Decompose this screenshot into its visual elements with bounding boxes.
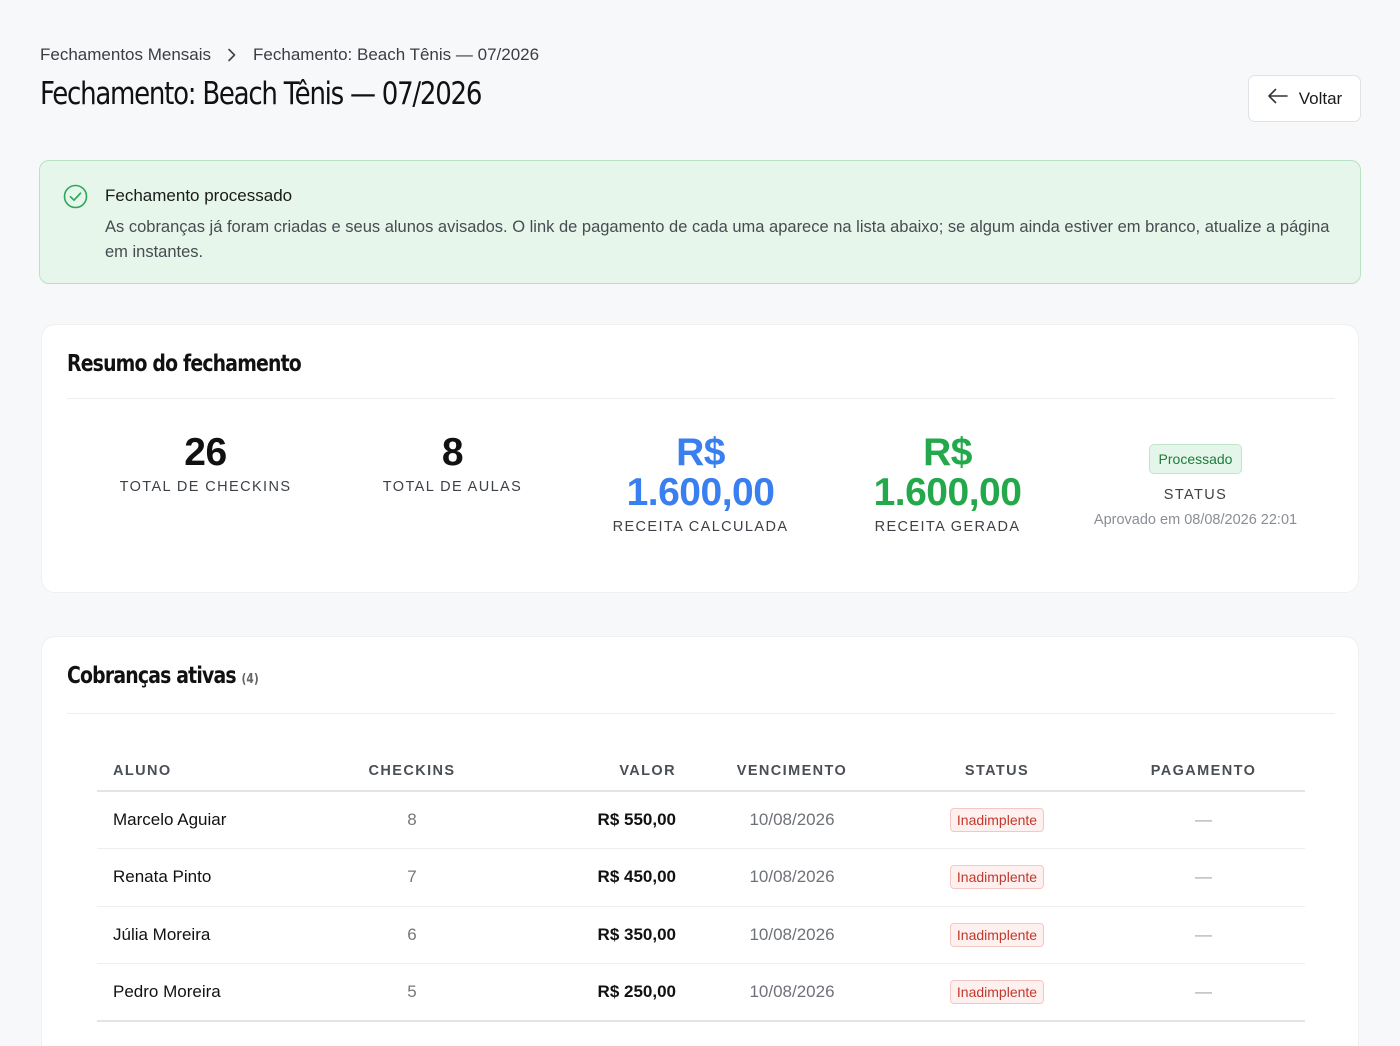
approved-text: Aprovado em 08/08/2026 22:01 [1093,512,1298,528]
cell-aluno: Pedro Moreira [97,963,327,1022]
stat-receita-gerada: R$ 1.600,00 RECEITA GERADA [824,431,1071,536]
back-button-label: Voltar [1298,88,1343,108]
table-total-row [97,1020,1305,1046]
chevron-right-icon [225,44,239,66]
cell-valor: R$ 550,00 [497,791,692,849]
receita-gerada-label: RECEITA GERADA [874,519,1021,535]
stat-total-checkins: 26 TOTAL DE CHECKINS [82,431,329,496]
status-badge-inadimplente: Inadimplente [949,865,1045,890]
charges-title: Cobranças ativas (4) [67,663,259,689]
cell-valor: R$ 450,00 [497,848,692,907]
cell-valor: R$ 250,00 [497,963,692,1022]
cell-checkins: 8 [327,791,497,849]
col-vencimento: VENCIMENTO [692,751,892,792]
cell-pagamento: — [1102,906,1305,964]
stat-receita-calculada: R$ 1.600,00 RECEITA CALCULADA [577,431,824,536]
cell-status: Inadimplente [892,906,1102,964]
total-row-filler [692,1020,892,1046]
col-valor: VALOR [497,751,692,792]
check-circle-icon [63,184,88,209]
breadcrumb-link-fechamentos[interactable]: Fechamentos Mensais [40,45,211,65]
col-aluno: ALUNO [97,751,327,792]
summary-title: Resumo do fechamento [67,351,302,377]
cell-vencimento: 10/08/2026 [692,906,892,964]
receita-gerada-currency: R$ [923,431,972,474]
cell-pagamento: — [1102,848,1305,907]
cell-valor: R$ 350,00 [497,906,692,964]
cell-aluno: Renata Pinto [97,848,327,907]
cell-checkins: 6 [327,906,497,964]
summary-divider [67,398,1335,399]
breadcrumb-current: Fechamento: Beach Tênis — 07/2026 [253,45,540,64]
cell-status: Inadimplente [892,791,1102,849]
col-status: STATUS [892,751,1102,792]
charges-count: (4) [241,672,259,687]
status-label: STATUS [1163,487,1228,503]
stat-total-aulas: 8 TOTAL DE AULAS [329,431,576,496]
charges-title-text: Cobranças ativas [67,663,237,689]
charges-table: ALUNO CHECKINS VALOR VENCIMENTO STATUS P… [97,751,1305,1046]
table-row: Pedro Moreira 5 R$ 250,00 10/08/2026 Ina… [97,963,1305,1022]
status-badge-inadimplente: Inadimplente [949,922,1045,947]
total-aulas-value: 8 [441,431,464,474]
status-badge-inadimplente: Inadimplente [949,980,1045,1004]
col-pagamento: PAGAMENTO [1102,751,1305,792]
breadcrumb: Fechamentos Mensais Fechamento: Beach Tê… [40,44,539,66]
status-badge: Processado [1148,444,1243,474]
receita-calculada-label: RECEITA CALCULADA [612,519,789,535]
total-row-filler [892,1020,1102,1046]
charges-divider [67,713,1335,714]
total-checkins-value: 26 [184,431,227,474]
alert-title: Fechamento processado [105,186,293,205]
cell-checkins: 5 [327,963,497,1022]
arrow-left-icon [1267,88,1289,109]
status-badge-inadimplente: Inadimplente [949,808,1045,832]
cell-status: Inadimplente [892,963,1102,1022]
total-row-filler [497,1020,692,1046]
back-button[interactable]: Voltar [1248,75,1361,122]
table-row: Renata Pinto 7 R$ 450,00 10/08/2026 Inad… [97,848,1305,907]
total-row-filler [327,1020,497,1046]
charges-card: Cobranças ativas (4) ALUNO CHECKINS VALO… [41,636,1359,1046]
cell-aluno: Júlia Moreira [97,906,327,964]
success-alert: Fechamento processado As cobranças já fo… [39,160,1361,284]
cell-vencimento: 10/08/2026 [692,963,892,1022]
total-row-filler [1102,1020,1305,1046]
cell-vencimento: 10/08/2026 [692,791,892,849]
table-header-row: ALUNO CHECKINS VALOR VENCIMENTO STATUS P… [97,751,1305,792]
receita-calculada-value: 1.600,00 [626,471,775,514]
total-checkins-label: TOTAL DE CHECKINS [119,479,292,495]
receita-calculada-currency: R$ [676,431,725,474]
page-title: Fechamento: Beach Tênis — 07/2026 [40,76,482,112]
cell-checkins: 7 [327,848,497,907]
alert-text: As cobranças já foram criadas e seus alu… [105,218,1330,261]
cell-aluno: Marcelo Aguiar [97,791,327,849]
cell-pagamento: — [1102,963,1305,1022]
total-row-filler [97,1020,327,1046]
receita-gerada-value: 1.600,00 [873,471,1022,514]
table-row: Júlia Moreira 6 R$ 350,00 10/08/2026 Ina… [97,906,1305,964]
stat-status: Processado STATUS Aprovado em 08/08/2026… [1072,444,1319,528]
col-checkins: CHECKINS [327,751,497,792]
cell-status: Inadimplente [892,848,1102,907]
summary-card: Resumo do fechamento 26 TOTAL DE CHECKIN… [41,324,1359,593]
cell-vencimento: 10/08/2026 [692,848,892,907]
table-row: Marcelo Aguiar 8 R$ 550,00 10/08/2026 In… [97,791,1305,849]
cell-pagamento: — [1102,791,1305,849]
total-aulas-label: TOTAL DE AULAS [382,479,523,495]
